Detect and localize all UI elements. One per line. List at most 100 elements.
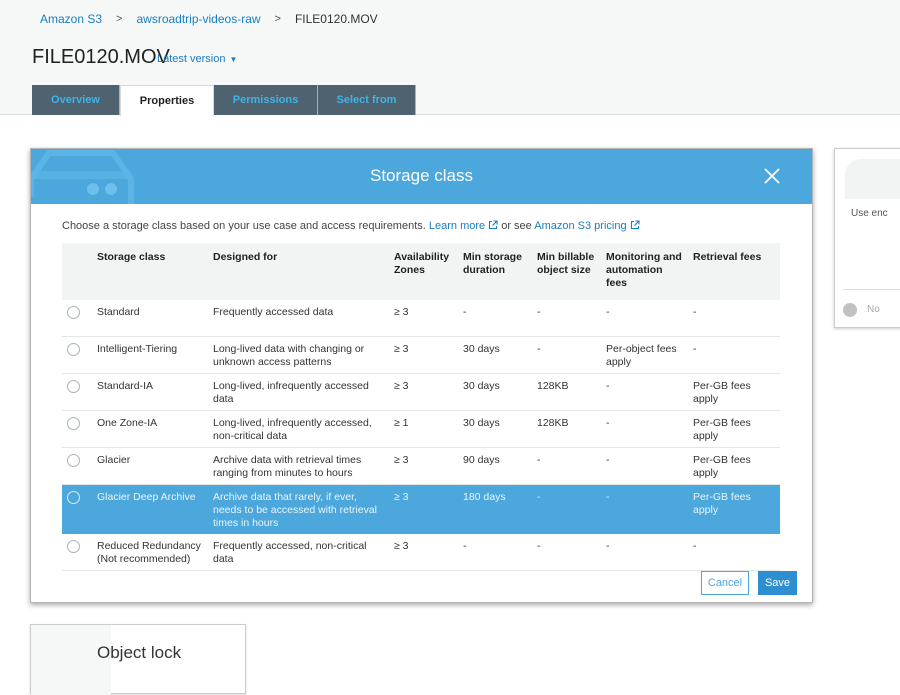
table-row[interactable]: One Zone-IA Long-lived, infrequently acce… xyxy=(62,410,780,448)
object-lock-card[interactable]: Object lock xyxy=(30,624,246,695)
radio-cell xyxy=(62,410,93,448)
storage-class-table: Storage class Designed for Availability … xyxy=(62,243,780,571)
external-link-icon xyxy=(489,220,498,230)
pricing-link[interactable]: Amazon S3 pricing xyxy=(534,220,640,232)
retrieval-fees-cell: Per-GB fees apply xyxy=(689,373,780,411)
radio-button[interactable] xyxy=(67,379,80,393)
monitoring-fees-cell: - xyxy=(602,410,689,448)
designed-for-cell: Long-lived, infrequently accessed data xyxy=(209,373,390,411)
storage-class-modal: Storage class Choose a storage class bas… xyxy=(30,148,813,603)
modal-header: Storage class xyxy=(31,149,812,204)
designed-for-cell: Long-lived, infrequently accessed, non-c… xyxy=(209,410,390,448)
radio-none[interactable] xyxy=(843,303,857,317)
col-header-designed-for: Designed for xyxy=(209,243,390,300)
monitoring-fees-cell: - xyxy=(602,484,689,534)
monitoring-fees-cell: Per-object fees apply xyxy=(602,336,689,374)
breadcrumb-amazon-s3[interactable]: Amazon S3 xyxy=(40,12,102,26)
divider xyxy=(843,289,900,290)
learn-more-link[interactable]: Learn more xyxy=(429,220,498,232)
learn-more-label: Learn more xyxy=(428,220,486,232)
tab-overview[interactable]: Overview xyxy=(32,85,120,115)
encryption-card-text: Use enc xyxy=(851,208,888,219)
tab-permissions[interactable]: Permissions xyxy=(214,85,318,115)
designed-for-cell: Archive data that rarely, if ever, needs… xyxy=(209,484,390,534)
availability-zones-cell: ≥ 3 xyxy=(390,447,459,485)
breadcrumb: Amazon S3 > awsroadtrip-videos-raw > FIL… xyxy=(40,12,378,26)
save-button[interactable]: Save xyxy=(758,571,797,595)
monitoring-fees-cell: - xyxy=(602,373,689,411)
storage-class-cell: Reduced Redundancy (Not recommended) xyxy=(93,533,209,571)
object-lock-label: Object lock xyxy=(97,643,182,662)
min-size-cell: - xyxy=(533,300,602,337)
table-row[interactable]: Standard-IA Long-lived, infrequently acce… xyxy=(62,373,780,411)
external-link-icon xyxy=(630,220,640,230)
radio-button[interactable] xyxy=(67,539,80,553)
or-see-text: or see xyxy=(501,220,532,232)
min-size-cell: - xyxy=(533,447,602,485)
close-icon xyxy=(764,168,780,184)
retrieval-fees-cell: Per-GB fees apply xyxy=(689,447,780,485)
monitoring-fees-cell: - xyxy=(602,447,689,485)
retrieval-fees-cell: Per-GB fees apply xyxy=(689,410,780,448)
pricing-label: Amazon S3 pricing xyxy=(534,220,627,232)
col-header-min-storage-duration: Min storage duration xyxy=(459,243,533,300)
availability-zones-cell: ≥ 3 xyxy=(390,336,459,374)
retrieval-fees-cell: - xyxy=(689,300,780,337)
page-header: Amazon S3 > awsroadtrip-videos-raw > FIL… xyxy=(0,0,900,116)
breadcrumb-current: FILE0120.MOV xyxy=(294,12,378,26)
encryption-card[interactable]: Use enc No xyxy=(834,148,900,328)
storage-class-cell: Glacier Deep Archive xyxy=(93,484,209,534)
storage-class-cell: Standard-IA xyxy=(93,373,209,411)
col-header-min-billable-size: Min billable object size xyxy=(533,243,602,300)
radio-button[interactable] xyxy=(67,306,80,319)
availability-zones-cell: ≥ 3 xyxy=(390,373,459,411)
storage-class-cell: One Zone-IA xyxy=(93,410,209,448)
col-header-storage-class: Storage class xyxy=(93,243,209,300)
min-size-cell: 128KB xyxy=(533,373,602,411)
designed-for-cell: Long-lived data with changing or unknown… xyxy=(209,336,390,374)
breadcrumb-separator: > xyxy=(274,13,281,25)
radio-cell xyxy=(62,300,93,337)
table-row[interactable]: Intelligent-Tiering Long-lived data with … xyxy=(62,336,780,374)
intro-text: Choose a storage class based on your use… xyxy=(62,220,426,232)
designed-for-cell: Frequently accessed, non-critical data xyxy=(209,533,390,571)
table-row[interactable]: Reduced Redundancy (Not recommended) Freq… xyxy=(62,533,780,571)
radio-button[interactable] xyxy=(67,490,80,504)
availability-zones-cell: ≥ 1 xyxy=(390,410,459,448)
min-duration-cell: 30 days xyxy=(459,373,533,411)
tab-select-from[interactable]: Select from xyxy=(318,85,416,115)
breadcrumb-bucket[interactable]: awsroadtrip-videos-raw xyxy=(136,12,260,26)
table-header-row: Storage class Designed for Availability … xyxy=(62,243,780,300)
breadcrumb-separator: > xyxy=(116,13,123,25)
option-none-label: No xyxy=(867,304,880,315)
radio-button[interactable] xyxy=(67,453,80,467)
radio-button[interactable] xyxy=(67,342,80,356)
radio-cell xyxy=(62,484,93,534)
caret-down-icon: ▼ xyxy=(229,55,238,64)
page-title: FILE0120.MOV xyxy=(32,46,170,68)
table-row[interactable]: Standard Frequently accessed data ≥ 3---- xyxy=(62,300,780,337)
close-button[interactable] xyxy=(762,166,782,186)
radio-button[interactable] xyxy=(67,416,80,430)
col-header-monitoring-fees: Monitoring and automation fees xyxy=(602,243,689,300)
version-dropdown[interactable]: Latest version ▼ xyxy=(157,53,237,65)
retrieval-fees-cell: - xyxy=(689,336,780,374)
cancel-button[interactable]: Cancel xyxy=(701,571,749,595)
tab-bar: Overview Properties Permissions Select f… xyxy=(32,85,416,116)
min-size-cell: - xyxy=(533,533,602,571)
modal-intro: Choose a storage class based on your use… xyxy=(62,220,640,232)
designed-for-cell: Frequently accessed data xyxy=(209,300,390,337)
availability-zones-cell: ≥ 3 xyxy=(390,533,459,571)
min-duration-cell: - xyxy=(459,533,533,571)
retrieval-fees-cell: Per-GB fees apply xyxy=(689,484,780,534)
table-row[interactable]: Glacier Archive data with retrieval times… xyxy=(62,447,780,485)
radio-cell xyxy=(62,373,93,411)
min-duration-cell: - xyxy=(459,300,533,337)
tab-properties[interactable]: Properties xyxy=(120,85,214,116)
version-label: Latest version xyxy=(157,53,226,65)
table-row[interactable]: Glacier Deep Archive Archive data that ra… xyxy=(62,484,780,534)
monitoring-fees-cell: - xyxy=(602,533,689,571)
min-size-cell: - xyxy=(533,336,602,374)
min-duration-cell: 30 days xyxy=(459,410,533,448)
storage-class-cell: Intelligent-Tiering xyxy=(93,336,209,374)
